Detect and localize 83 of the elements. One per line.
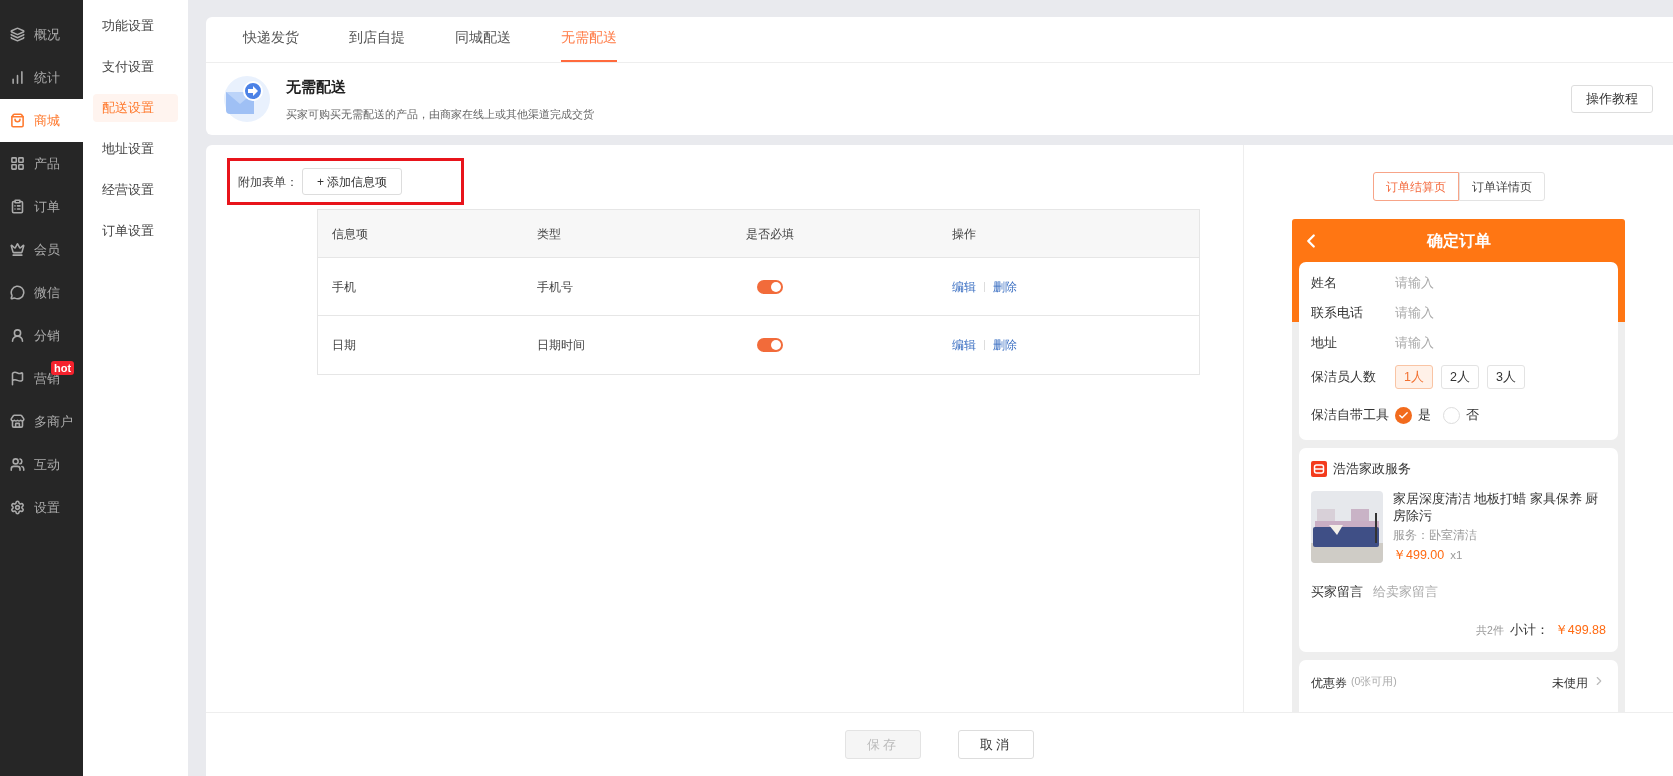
section-title: 无需配送: [286, 76, 347, 97]
subtotal-label: 小计：: [1509, 622, 1549, 640]
nav-item[interactable]: 产品: [0, 142, 83, 185]
action-link[interactable]: 编辑: [952, 336, 976, 354]
column-header: 是否必填: [746, 225, 795, 243]
nav-item[interactable]: 多商户: [0, 400, 83, 443]
required-toggle[interactable]: [757, 279, 783, 294]
subtotal-value: ￥499.88: [1554, 622, 1606, 640]
nav-item[interactable]: 概况: [0, 13, 83, 56]
product-service: 服务：卧室清洁: [1393, 527, 1478, 543]
shop-name: 浩浩家政服务: [1333, 460, 1411, 478]
table-cell-text: 日期时间: [537, 337, 586, 354]
flag-icon: [10, 371, 25, 386]
input-field[interactable]: 请输入: [1395, 333, 1606, 353]
hot-badge: hot: [51, 361, 75, 375]
action-link[interactable]: 删除: [993, 336, 1017, 354]
store-icon: [1311, 460, 1327, 477]
table-cell-text: 日期: [332, 337, 357, 354]
radio-label: 否: [1466, 406, 1479, 424]
message-field[interactable]: 给卖家留言: [1373, 582, 1606, 602]
product-price: ￥499.00: [1393, 546, 1445, 564]
table-cell-text: 手机: [332, 278, 357, 296]
chat-icon: [10, 285, 25, 300]
tab[interactable]: 同城配送: [455, 27, 511, 62]
count-option[interactable]: 3人: [1486, 365, 1525, 389]
submenu-item[interactable]: 地址设置: [93, 135, 178, 163]
clipboard-icon: [10, 199, 25, 214]
product-name: 家居深度清洁 地板打蜡 家具保养 厨房除污: [1393, 490, 1600, 525]
tutorial-button[interactable]: 操作教程: [1571, 85, 1653, 113]
nav-item[interactable]: 设置: [0, 486, 83, 529]
product-quantity: x1: [1450, 547, 1463, 563]
check-icon: [1398, 409, 1409, 421]
nav-item[interactable]: 订单: [0, 185, 83, 228]
submenu-item[interactable]: 订单设置: [93, 217, 178, 245]
chart-icon: [10, 70, 25, 85]
count-option[interactable]: 2人: [1440, 365, 1479, 389]
submenu-item[interactable]: 功能设置: [93, 12, 178, 40]
radio-button[interactable]: [1395, 406, 1412, 424]
column-header: 类型: [537, 225, 562, 243]
action-link[interactable]: 删除: [993, 277, 1017, 296]
field-label: 地址: [1311, 334, 1338, 352]
radio-button[interactable]: [1443, 406, 1460, 424]
preview-title: 确定订单: [1426, 230, 1491, 251]
delivery-icon: [224, 76, 270, 122]
radio-label: 是: [1418, 406, 1431, 424]
grid-icon: [10, 156, 25, 171]
nav-item[interactable]: 互动: [0, 443, 83, 486]
footer-button[interactable]: 取消: [958, 730, 1034, 759]
required-toggle[interactable]: [757, 338, 783, 352]
coupon-note: (0张可用): [1351, 674, 1397, 689]
column-header: 信息项: [332, 225, 369, 243]
column-header: 操作: [952, 225, 977, 243]
submenu-item[interactable]: 经营设置: [93, 176, 178, 204]
settings-icon: [10, 500, 25, 515]
table-cell-text: 手机号: [537, 278, 574, 296]
bag-icon: [10, 113, 25, 128]
form-label: 附加表单：: [238, 173, 298, 191]
coupon-label: 优惠券: [1311, 675, 1347, 692]
nav-item[interactable]: 会员: [0, 228, 83, 271]
crown-icon: [10, 242, 25, 257]
person-icon: [10, 328, 25, 343]
people-icon: [10, 457, 25, 472]
field-label: 保洁员人数: [1311, 368, 1377, 386]
field-label: 买家留言: [1311, 583, 1363, 601]
field-label: 保洁自带工具: [1311, 406, 1390, 424]
layers-icon: [10, 27, 25, 42]
input-field[interactable]: 请输入: [1395, 303, 1606, 323]
add-item-button[interactable]: + 添加信息项: [302, 168, 403, 195]
field-label: 联系电话: [1311, 304, 1364, 322]
tab[interactable]: 到店自提: [349, 27, 405, 62]
item-count: 共2件: [1475, 623, 1504, 639]
tab[interactable]: 快递发货: [243, 27, 299, 62]
action-link[interactable]: 编辑: [952, 277, 976, 296]
field-label: 姓名: [1311, 274, 1338, 292]
nav-item[interactable]: 微信: [0, 271, 83, 314]
nav-item[interactable]: 统计: [0, 56, 83, 99]
preview-tab[interactable]: 订单详情页: [1458, 172, 1545, 201]
submenu-item[interactable]: 支付设置: [93, 53, 178, 81]
input-field[interactable]: 请输入: [1395, 273, 1606, 293]
section-description: 买家可购买无需配送的产品，由商家在线上或其他渠道完成交货: [286, 107, 594, 122]
coupon-value: 未使用: [1552, 675, 1588, 692]
nav-item[interactable]: 分销: [0, 314, 83, 357]
store-icon: [10, 414, 25, 429]
